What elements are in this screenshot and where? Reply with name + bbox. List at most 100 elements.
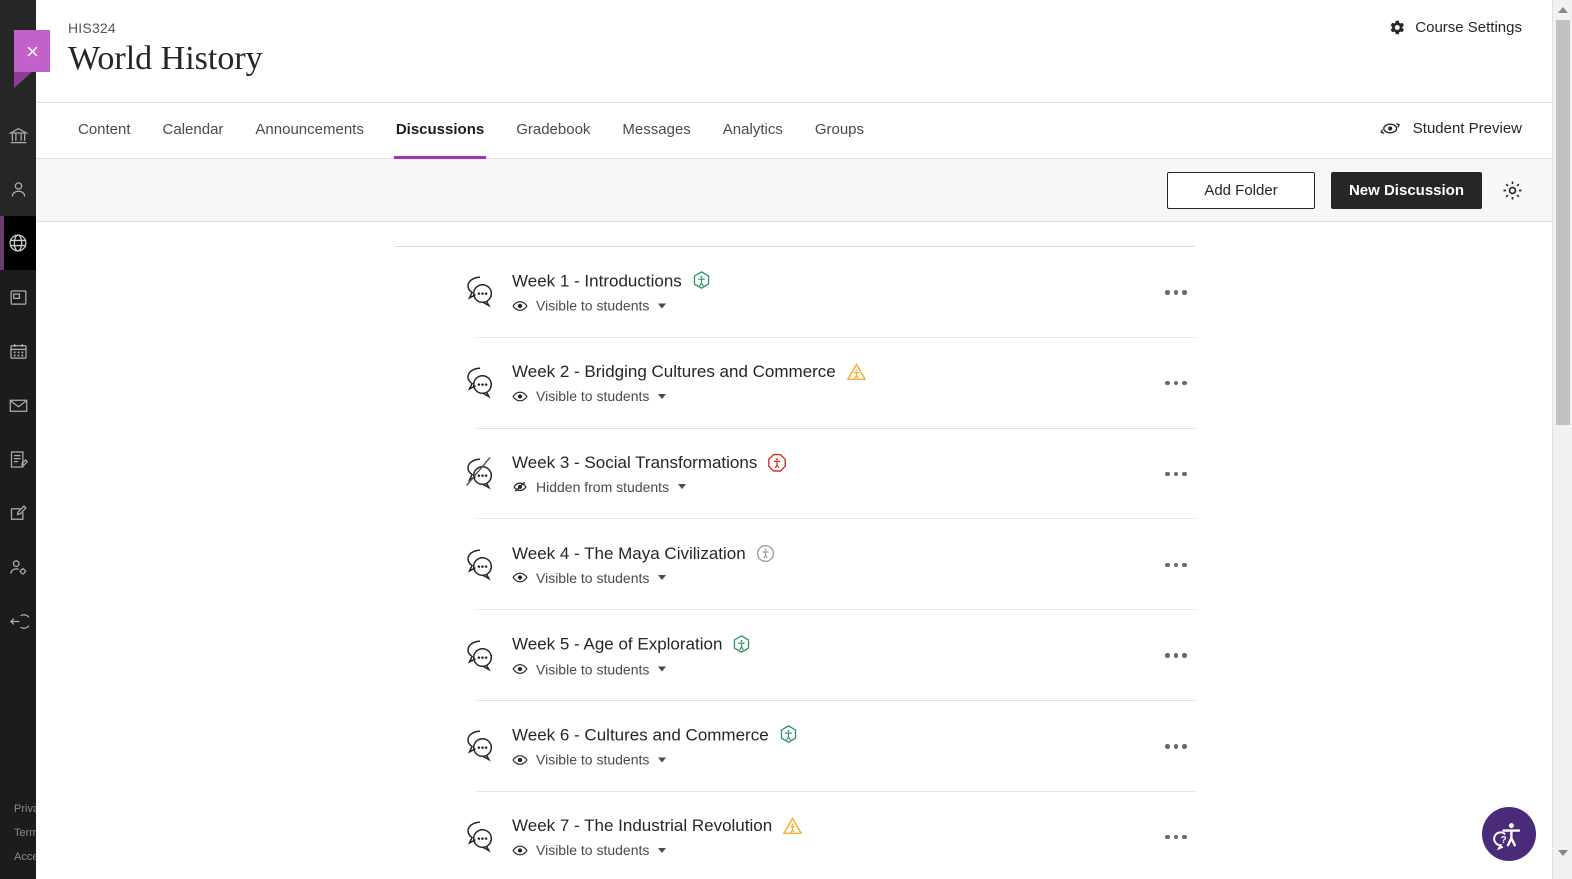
accessibility-octagon-red-icon[interactable] <box>767 453 787 473</box>
discussion-bubbles-icon <box>461 725 503 767</box>
row-overflow-menu-button[interactable] <box>1158 824 1194 850</box>
discussion-row-body: Week 6 - Cultures and Commerce Visible t… <box>512 725 798 768</box>
page-scrollbar[interactable] <box>1552 0 1572 879</box>
row-overflow-menu-button[interactable] <box>1158 370 1194 396</box>
dot <box>1165 380 1170 386</box>
sidebar-item-calendar[interactable] <box>0 324 36 378</box>
tab-groups[interactable]: Groups <box>799 103 880 159</box>
rail-item-list <box>0 110 36 648</box>
grades-icon <box>8 449 29 470</box>
visibility-status[interactable]: Visible to students <box>512 298 711 314</box>
eye-visible-icon <box>512 300 528 311</box>
sidebar-item-messages[interactable] <box>0 378 36 432</box>
visibility-status[interactable]: Visible to students <box>512 388 867 404</box>
new-discussion-button[interactable]: New Discussion <box>1331 172 1482 209</box>
row-overflow-menu-button[interactable] <box>1158 279 1194 305</box>
sidebar-item-courses[interactable] <box>0 216 36 270</box>
tab-messages[interactable]: Messages <box>606 103 706 159</box>
svg-text:?: ? <box>1501 835 1507 846</box>
sidebar-item-grades[interactable] <box>0 432 36 486</box>
discussion-row[interactable]: Week 2 - Bridging Cultures and Commerce <box>395 338 1195 429</box>
visibility-status-label: Visible to students <box>536 297 650 314</box>
dot <box>1165 653 1170 658</box>
add-folder-button[interactable]: Add Folder <box>1167 172 1315 209</box>
discussion-row[interactable]: Week 4 - The Maya Civilization Visible t… <box>395 519 1195 611</box>
dot <box>1182 562 1187 568</box>
discussion-title[interactable]: Week 4 - The Maya Civilization <box>512 544 746 564</box>
visibility-status[interactable]: Visible to students <box>512 752 798 768</box>
terms-link[interactable]: Term <box>0 821 36 845</box>
visibility-status-label: Visible to students <box>536 661 650 678</box>
dot <box>1182 290 1187 295</box>
accessibility-person-icon: ? <box>1493 823 1521 851</box>
dot <box>1182 653 1187 658</box>
discussion-title[interactable]: Week 5 - Age of Exploration <box>512 635 722 655</box>
accessibility-circle-gray-icon[interactable] <box>756 544 775 563</box>
sidebar-item-admin[interactable] <box>0 540 36 594</box>
discussion-bubbles-hidden-icon <box>461 453 503 495</box>
tab-analytics[interactable]: Analytics <box>707 103 799 159</box>
sidebar-item-organizations[interactable] <box>0 270 36 324</box>
discussion-bubbles-icon <box>461 362 503 404</box>
discussion-row[interactable]: Week 6 - Cultures and Commerce Visible t… <box>395 701 1195 792</box>
app-root: Priva Term Acce HIS324 World History Cou… <box>0 0 1572 879</box>
tab-announcements[interactable]: Announcements <box>239 103 379 159</box>
close-button[interactable] <box>14 30 50 88</box>
discussion-title[interactable]: Week 6 - Cultures and Commerce <box>512 725 769 745</box>
dot <box>1182 471 1187 477</box>
tab-gradebook[interactable]: Gradebook <box>500 103 606 159</box>
visibility-status-label: Hidden from students <box>536 478 670 495</box>
chevron-down-icon <box>678 484 687 490</box>
discussions-settings-button[interactable] <box>1498 177 1526 205</box>
accessibility-hexagon-green-icon[interactable] <box>692 271 711 292</box>
row-overflow-menu-button[interactable] <box>1158 461 1194 487</box>
chevron-up-icon <box>1558 7 1568 13</box>
sidebar-item-tools[interactable] <box>0 486 36 540</box>
student-preview-button[interactable]: Student Preview <box>1379 119 1522 138</box>
left-nav-rail: Priva Term Acce <box>0 0 36 879</box>
visibility-status[interactable]: Visible to students <box>512 570 775 586</box>
tab-discussions[interactable]: Discussions <box>380 103 500 159</box>
scroll-up-button[interactable] <box>1553 2 1572 18</box>
chevron-down-icon <box>658 575 667 581</box>
scroll-down-button[interactable] <box>1553 845 1572 861</box>
tab-calendar[interactable]: Calendar <box>147 103 240 159</box>
sidebar-item-signout[interactable] <box>0 594 36 648</box>
student-preview-icon <box>1380 123 1400 134</box>
accessibility-triangle-orange-icon[interactable] <box>782 816 803 836</box>
discussion-title[interactable]: Week 7 - The Industrial Revolution <box>512 816 772 836</box>
discussion-title[interactable]: Week 2 - Bridging Cultures and Commerce <box>512 362 836 382</box>
discussion-row[interactable]: Week 7 - The Industrial Revolution Visib… <box>395 792 1195 878</box>
scrollbar-thumb[interactable] <box>1556 20 1570 425</box>
row-overflow-menu-button[interactable] <box>1158 552 1194 578</box>
tab-content[interactable]: Content <box>62 103 147 159</box>
accessibility-triangle-orange-icon[interactable] <box>846 362 867 382</box>
accessibility-hexagon-green-icon[interactable] <box>779 725 798 746</box>
visibility-status[interactable]: Visible to students <box>512 842 803 858</box>
visibility-status[interactable]: Visible to students <box>512 661 751 677</box>
course-settings-label: Course Settings <box>1415 19 1522 36</box>
discussion-row[interactable]: Week 5 - Age of Exploration Visible to s… <box>395 610 1195 701</box>
discussion-row[interactable]: Week 3 - Social Transformations Hidden f… <box>395 429 1195 520</box>
discussion-row[interactable]: Week 1 - Introductions Visible to studen… <box>395 247 1195 338</box>
dot <box>1173 744 1179 749</box>
accessibility-link[interactable]: Acce <box>0 845 36 869</box>
privacy-link[interactable]: Priva <box>0 797 36 821</box>
eye-visible-icon <box>512 845 528 856</box>
visibility-status[interactable]: Hidden from students <box>512 479 787 495</box>
row-overflow-menu-button[interactable] <box>1158 643 1194 669</box>
visibility-status-label: Visible to students <box>536 569 650 586</box>
dot <box>1173 562 1179 568</box>
dot <box>1182 834 1187 840</box>
sidebar-item-institution[interactable] <box>0 110 36 162</box>
eye-hidden-icon <box>513 482 527 493</box>
accessibility-help-button[interactable]: ? <box>1482 807 1536 861</box>
discussion-row-body: Week 2 - Bridging Cultures and Commerce <box>512 362 867 404</box>
accessibility-hexagon-green-icon[interactable] <box>732 634 751 655</box>
course-settings-button[interactable]: Course Settings <box>1387 18 1522 37</box>
chevron-down-icon <box>658 666 667 672</box>
discussion-title[interactable]: Week 1 - Introductions <box>512 271 682 291</box>
discussion-title[interactable]: Week 3 - Social Transformations <box>512 453 757 473</box>
row-overflow-menu-button[interactable] <box>1158 733 1194 759</box>
sidebar-item-profile[interactable] <box>0 162 36 216</box>
